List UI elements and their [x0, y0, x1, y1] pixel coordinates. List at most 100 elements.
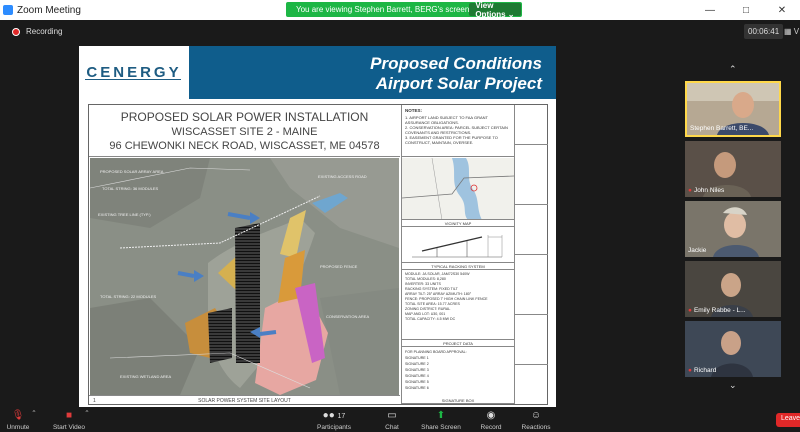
participant-name: Jackie [688, 247, 707, 254]
view-options-button[interactable]: View Options ⌄ [469, 1, 521, 19]
video-options-chevron-icon[interactable]: ⌃ [82, 409, 92, 417]
view-grid-icon: ▦ [784, 27, 792, 36]
share-screen-button[interactable]: ⬆ Share Screen [420, 409, 462, 431]
chat-button[interactable]: ▭ Chat [382, 409, 402, 431]
unmute-button[interactable]: 🎙 Unmute [4, 409, 32, 431]
meeting-timer: 00:06:41 [744, 24, 784, 39]
slide-title-line2: Airport Solar Project [375, 74, 542, 93]
participant-name: ● John Niles [688, 187, 724, 194]
gallery-up-icon[interactable]: ⌃ [729, 64, 737, 75]
racking-diagram [402, 227, 514, 263]
reactions-label: Reactions [521, 424, 551, 431]
share-screen-label: Share Screen [421, 424, 461, 431]
muted-mic-icon: ● [688, 307, 692, 314]
participant-tile[interactable]: ● Emily Rabbe - L... [685, 261, 781, 317]
slide-title-line1: Proposed Conditions [370, 54, 542, 73]
title-strip-cell [515, 315, 548, 365]
screen-share-banner-text: You are viewing Stephen Barrett, BERG's … [296, 5, 470, 14]
sheet-title-address: 96 CHEWONKI NECK ROAD, WISCASSET, ME 045… [109, 140, 380, 152]
vicinity-map-caption: VICINITY MAP [402, 220, 514, 227]
record-label: Record [480, 424, 502, 431]
window-title: Zoom Meeting [17, 4, 81, 16]
participants-button[interactable]: ●● 17 Participants [312, 409, 356, 431]
view-button[interactable]: ▦ V [784, 27, 799, 36]
svg-text:EXISTING TREE LINE (TYP.): EXISTING TREE LINE (TYP.) [98, 212, 151, 217]
racking-caption: TYPICAL RACKING SYSTEM [402, 263, 514, 270]
svg-text:PROPOSED SOLAR ARRAY AREA: PROPOSED SOLAR ARRAY AREA [100, 169, 164, 174]
racking-diagram-graphic [412, 235, 503, 258]
note-item: 3. EASEMENT GRANTED FOR THE PURPOSE TO C… [405, 135, 498, 145]
project-data-caption: PROJECT DATA [402, 340, 514, 347]
recording-label: Recording [26, 27, 63, 36]
note-item: 1. AIRPORT LAND SUBJECT TO FAA GRANT ASS… [405, 115, 488, 125]
participant-tile[interactable]: Stephen Barrett, BE... [685, 81, 781, 137]
reactions-icon: ☺ [530, 410, 542, 421]
sheet-detail-column: NOTES: 1. AIRPORT LAND SUBJECT TO FAA GR… [401, 105, 514, 404]
signature-line: SIGNATURE 6 [405, 386, 429, 390]
participants-icon: ●● 17 [322, 410, 346, 421]
muted-mic-icon: ● [688, 187, 692, 194]
chat-label: Chat [385, 424, 399, 431]
meeting-topbar: Recording 00:06:41 ▦ V [0, 20, 800, 42]
view-label: V [793, 27, 800, 36]
minimize-icon[interactable]: — [692, 0, 728, 20]
vicinity-map [402, 158, 514, 220]
participant-name-text: John Niles [693, 187, 725, 194]
audio-options-chevron-icon[interactable]: ⌃ [29, 409, 39, 417]
map-caption-text: SOLAR POWER SYSTEM SITE LAYOUT [198, 398, 291, 404]
participant-name: ● Richard [688, 367, 716, 374]
svg-text:TOTAL STRING: 22 MODULES: TOTAL STRING: 22 MODULES [100, 294, 156, 299]
gallery-down-icon[interactable]: ⌄ [729, 380, 737, 391]
sheet-title-block: PROPOSED SOLAR POWER INSTALLATION WISCAS… [89, 105, 400, 157]
sheet-title-site: WISCASSET SITE 2 - MAINE [171, 126, 318, 138]
title-strip-cell [515, 255, 548, 315]
zoom-app-icon [3, 5, 13, 15]
map-caption-number: 1 [93, 398, 96, 404]
participant-name-text: Emily Rabbe - L... [693, 307, 746, 314]
reactions-button[interactable]: ☺ Reactions [520, 409, 552, 431]
record-button[interactable]: ◉ Record [478, 409, 504, 431]
close-icon[interactable]: ✕ [764, 0, 800, 20]
svg-text:PROPOSED FENCE: PROPOSED FENCE [320, 264, 358, 269]
site-layout-map-graphic: PROPOSED SOLAR ARRAY AREA TOTAL STRING: … [90, 158, 399, 395]
engineering-sheet: PROPOSED SOLAR POWER INSTALLATION WISCAS… [88, 104, 548, 405]
cenergy-logo: CENERGY [79, 46, 189, 99]
chat-icon: ▭ [387, 410, 397, 421]
participant-name: ● Emily Rabbe - L... [688, 307, 746, 314]
muted-mic-icon: 🎙 [11, 410, 25, 421]
meeting-toolbar: 🎙 Unmute ⌃ ■ Start Video ⌃ ●● 17 Partici… [0, 407, 800, 432]
notes-block: NOTES: 1. AIRPORT LAND SUBJECT TO FAA GR… [402, 105, 514, 157]
participant-name: Stephen Barrett, BE... [690, 125, 754, 132]
signature-caption: SIGNATURE BOX [402, 397, 514, 404]
sheet-title-strip [514, 105, 548, 404]
svg-text:EXISTING WETLAND AREA: EXISTING WETLAND AREA [120, 374, 171, 379]
shared-screen[interactable]: CENERGY Proposed Conditions Airport Sola… [79, 46, 556, 407]
svg-text:TOTAL STRING: 36 MODULES: TOTAL STRING: 36 MODULES [102, 186, 158, 191]
participant-name-text: Richard [693, 367, 717, 374]
site-layout-map: PROPOSED SOLAR ARRAY AREA TOTAL STRING: … [90, 158, 399, 395]
leave-button[interactable]: Leave [776, 413, 800, 427]
participant-tile[interactable]: ● John Niles [685, 141, 781, 197]
signature-block: FOR PLANNING BOARD APPROVAL: SIGNATURE 1… [402, 347, 514, 397]
project-data-block: MODULE: JA SOLAR, JAM72S30 540W TOTAL MO… [402, 270, 514, 340]
title-strip-cell [515, 365, 548, 404]
slide-title: Proposed Conditions Airport Solar Projec… [370, 54, 542, 94]
record-icon: ◉ [486, 410, 496, 421]
logo-underline [85, 79, 181, 80]
share-screen-icon: ⬆ [436, 410, 446, 421]
participant-gallery: ⌃ Stephen Barrett, BE... ● John Niles Jac… [683, 46, 783, 412]
participant-tile[interactable]: Jackie [685, 201, 781, 257]
svg-text:CONSERVATION AREA: CONSERVATION AREA [326, 314, 369, 319]
slide-header: CENERGY Proposed Conditions Airport Sola… [79, 46, 556, 99]
maximize-icon[interactable]: □ [728, 0, 764, 20]
title-strip-cell [515, 105, 548, 145]
participant-tile[interactable]: ● Richard [685, 321, 781, 377]
participants-label: Participants [317, 424, 351, 431]
vicinity-map-graphic [402, 158, 514, 219]
start-video-label: Start Video [52, 424, 86, 431]
map-caption: 1 SOLAR POWER SYSTEM SITE LAYOUT [89, 395, 400, 405]
title-strip-cell [515, 205, 548, 255]
recording-dot-icon [12, 27, 20, 36]
screen-share-banner: You are viewing Stephen Barrett, BERG's … [286, 1, 522, 19]
svg-text:EXISTING ACCESS ROAD: EXISTING ACCESS ROAD [318, 174, 367, 179]
